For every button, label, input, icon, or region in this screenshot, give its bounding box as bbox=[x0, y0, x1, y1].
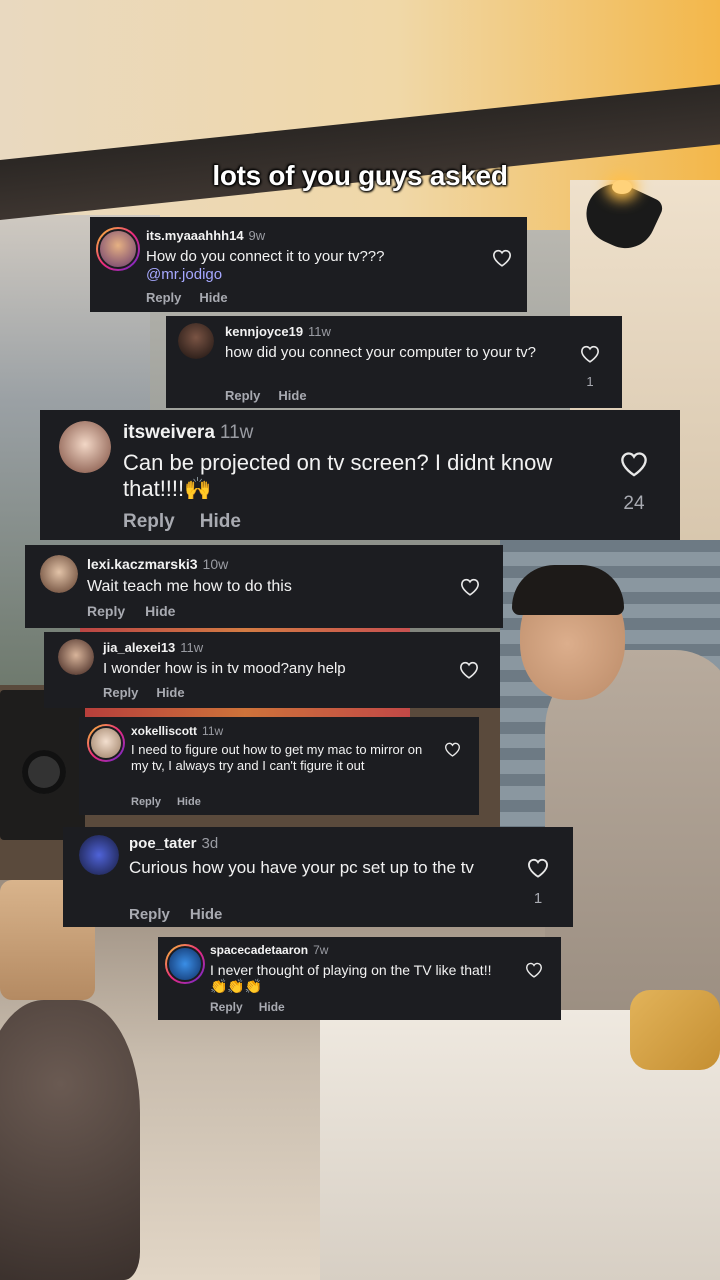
comment-card: xokelliscott 11w I need to figure out how… bbox=[79, 717, 479, 815]
comment-username[interactable]: spacecadetaaron 7w bbox=[210, 943, 328, 957]
comment-card: its.myaaahhh14 9w How do you connect it t… bbox=[90, 217, 527, 312]
reply-button[interactable]: Reply bbox=[225, 388, 260, 403]
comment-actions: Reply Hide bbox=[131, 796, 201, 808]
avatar[interactable] bbox=[87, 724, 125, 762]
heart-outline-icon[interactable] bbox=[525, 962, 543, 978]
comment-time: 7w bbox=[313, 943, 329, 957]
comment-actions: Reply Hide bbox=[87, 603, 175, 619]
reply-button[interactable]: Reply bbox=[131, 796, 161, 808]
comment-card: spacecadetaaron 7w I never thought of pla… bbox=[158, 937, 561, 1020]
reply-button[interactable]: Reply bbox=[123, 511, 175, 533]
hide-button[interactable]: Hide bbox=[145, 603, 175, 619]
comment-text: I never thought of playing on the TV lik… bbox=[210, 962, 492, 995]
comment-time: 11w bbox=[202, 724, 224, 738]
comment-username[interactable]: jia_alexei13 11w bbox=[103, 640, 203, 655]
hide-button[interactable]: Hide bbox=[177, 796, 201, 808]
comment-text: I need to figure out how to get my mac t… bbox=[131, 742, 423, 774]
heart-outline-icon[interactable] bbox=[620, 451, 648, 477]
comment-actions: Reply Hide bbox=[123, 511, 241, 533]
avatar[interactable] bbox=[40, 555, 78, 593]
comment-actions: Reply Hide bbox=[225, 388, 307, 403]
avatar[interactable] bbox=[79, 835, 119, 875]
mention-link[interactable]: @mr.jodigo bbox=[146, 266, 222, 283]
hide-button[interactable]: Hide bbox=[156, 685, 184, 700]
reply-button[interactable]: Reply bbox=[103, 685, 138, 700]
reply-button[interactable]: Reply bbox=[210, 1000, 243, 1014]
comment-username[interactable]: lexi.kaczmarski3 10w bbox=[87, 556, 228, 572]
hide-button[interactable]: Hide bbox=[190, 906, 223, 923]
comment-time: 11w bbox=[180, 640, 204, 655]
reply-button[interactable]: Reply bbox=[87, 603, 125, 619]
reply-button[interactable]: Reply bbox=[146, 290, 181, 305]
hide-button[interactable]: Hide bbox=[278, 388, 306, 403]
comment-actions: Reply Hide bbox=[103, 685, 185, 700]
comment-text: Wait teach me how to do this bbox=[87, 578, 292, 595]
comment-username[interactable]: xokelliscott 11w bbox=[131, 724, 223, 738]
comment-actions: Reply Hide bbox=[210, 1000, 285, 1014]
pillow bbox=[630, 990, 720, 1070]
comment-username[interactable]: its.myaaahhh14 9w bbox=[146, 228, 265, 243]
comment-time: 11w bbox=[219, 422, 254, 443]
hide-button[interactable]: Hide bbox=[259, 1000, 285, 1014]
heart-outline-icon[interactable] bbox=[460, 578, 480, 596]
comment-username[interactable]: kennjoyce19 11w bbox=[225, 324, 331, 339]
avatar[interactable] bbox=[178, 323, 214, 359]
comment-actions: Reply Hide bbox=[129, 906, 222, 923]
comment-card: jia_alexei13 11w I wonder how is in tv mo… bbox=[44, 632, 500, 708]
comment-time: 10w bbox=[202, 556, 229, 572]
comment-actions: Reply Hide bbox=[146, 290, 228, 305]
comment-text: Can be projected on tv screen? I didnt k… bbox=[123, 450, 553, 502]
avatar[interactable] bbox=[58, 639, 94, 675]
speaker bbox=[0, 690, 85, 840]
heart-outline-icon[interactable] bbox=[580, 345, 600, 363]
comment-username[interactable]: itsweivera 11w bbox=[123, 422, 253, 444]
heart-outline-icon[interactable] bbox=[492, 249, 512, 267]
comment-card: poe_tater 3d Curious how you have your pc… bbox=[63, 827, 573, 927]
comment-time: 11w bbox=[308, 324, 331, 339]
comment-card: lexi.kaczmarski3 10w Wait teach me how to… bbox=[25, 545, 503, 628]
heart-outline-icon[interactable] bbox=[459, 661, 479, 679]
hide-button[interactable]: Hide bbox=[200, 511, 241, 533]
comment-text: I wonder how is in tv mood?any help bbox=[103, 660, 346, 677]
comment-text: How do you connect it to your tv??? @mr.j… bbox=[146, 248, 385, 283]
heart-outline-icon[interactable] bbox=[444, 742, 461, 757]
comment-time: 9w bbox=[248, 228, 266, 243]
comment-text: how did you connect your computer to you… bbox=[225, 344, 537, 361]
avatar[interactable] bbox=[59, 421, 111, 473]
comment-text: Curious how you have your pc set up to t… bbox=[129, 858, 474, 877]
like-count: 1 bbox=[533, 890, 543, 907]
like-count: 24 bbox=[623, 493, 645, 514]
heart-outline-icon[interactable] bbox=[527, 858, 549, 878]
comment-card: itsweivera 11w Can be projected on tv scr… bbox=[40, 410, 680, 540]
video-caption: lots of you guys asked bbox=[212, 160, 508, 191]
beanbag bbox=[0, 1000, 140, 1280]
like-count: 1 bbox=[586, 374, 594, 389]
reply-button[interactable]: Reply bbox=[129, 906, 170, 923]
hide-button[interactable]: Hide bbox=[199, 290, 227, 305]
avatar[interactable] bbox=[165, 944, 205, 984]
avatar[interactable] bbox=[96, 227, 140, 271]
comment-time: 3d bbox=[201, 835, 219, 852]
comment-card: kennjoyce19 11w how did you connect your … bbox=[166, 316, 622, 408]
comment-username[interactable]: poe_tater 3d bbox=[129, 835, 218, 852]
